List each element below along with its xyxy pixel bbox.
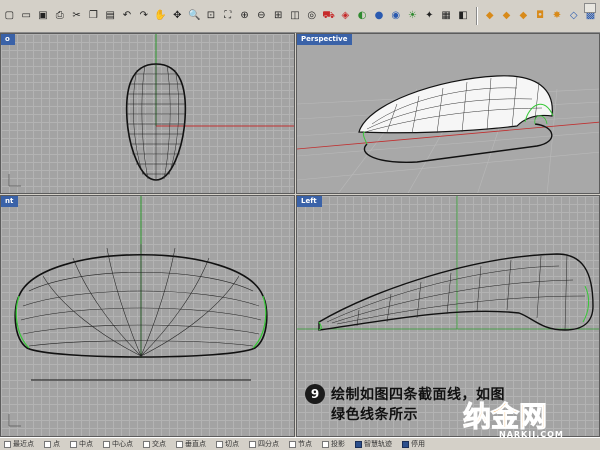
layer-icon[interactable]: ◫: [288, 9, 303, 24]
zoom-out-icon[interactable]: ⊖: [254, 9, 269, 24]
osnap-toggle[interactable]: 点: [44, 439, 60, 449]
checkbox-icon[interactable]: [322, 440, 329, 448]
viewport-top-canvas: [8, 34, 294, 187]
osnap-cen-icon[interactable]: ◆: [516, 9, 531, 24]
caption-line-2: 绿色线条所示: [331, 407, 418, 423]
zoom-selected-icon[interactable]: ⊕: [237, 9, 252, 24]
osnap-toggle[interactable]: 中心点: [103, 439, 133, 449]
grid-icon[interactable]: ⊞: [271, 9, 286, 24]
checkbox-icon[interactable]: [289, 440, 296, 448]
car-icon[interactable]: ⛟: [321, 9, 336, 24]
save-icon[interactable]: ▣: [36, 9, 51, 24]
light-icon[interactable]: ☀: [405, 9, 420, 24]
osnap-label: 最近点: [13, 440, 34, 448]
sphere-icon[interactable]: ◉: [388, 9, 403, 24]
viewport-title[interactable]: nt: [1, 196, 19, 207]
help-icon[interactable]: ◧: [456, 9, 471, 24]
render-icon[interactable]: ◐: [355, 9, 370, 24]
toolbar-overflow-icon[interactable]: [584, 3, 596, 13]
viewport-perspective-canvas: [297, 34, 599, 193]
copy-icon[interactable]: ❐: [86, 9, 101, 24]
zoom-extents-icon[interactable]: ⛶: [220, 9, 235, 24]
osnap-toggle[interactable]: 中点: [70, 439, 93, 449]
osnap-label: 智慧轨迹: [364, 440, 392, 448]
checkbox-icon[interactable]: [103, 440, 110, 448]
checkbox-icon[interactable]: [402, 440, 409, 448]
checkbox-icon[interactable]: [216, 440, 223, 448]
osnap-toggle[interactable]: 切点: [216, 439, 239, 449]
options-icon[interactable]: ▦: [439, 9, 454, 24]
osnap-label: 点: [53, 440, 60, 448]
checkbox-icon[interactable]: [4, 440, 11, 448]
viewport-front[interactable]: nt: [0, 195, 295, 437]
viewport-perspective[interactable]: Perspective: [296, 33, 600, 194]
osnap-toggle[interactable]: 交点: [143, 439, 166, 449]
sparkle-icon[interactable]: ✸: [550, 9, 565, 24]
osnap-label: 节点: [298, 440, 312, 448]
checkbox-icon[interactable]: [44, 440, 51, 448]
osnap-toggle[interactable]: 智慧轨迹: [355, 439, 392, 449]
checkbox-icon[interactable]: [176, 440, 183, 448]
zoom-icon[interactable]: 🔍: [187, 9, 202, 24]
toolbar-separator: [476, 7, 479, 25]
narkii-watermark-logo: 纳金网 NARKII.COM: [455, 392, 595, 442]
osnap-mid-icon[interactable]: ◆: [499, 9, 514, 24]
zoom-window-icon[interactable]: ⊡: [204, 9, 219, 24]
properties-icon[interactable]: ◈: [338, 9, 353, 24]
viewport-top[interactable]: o: [0, 33, 295, 194]
paste-icon[interactable]: ▤: [103, 9, 118, 24]
diamond-icon[interactable]: ◇: [566, 9, 581, 24]
undo-icon[interactable]: ↶: [120, 9, 135, 24]
checkbox-icon[interactable]: [70, 440, 77, 448]
viewport-front-canvas: [8, 196, 268, 427]
osnap-toggle[interactable]: 投影: [322, 439, 345, 449]
osnap-label: 交点: [152, 440, 166, 448]
open-folder-icon[interactable]: ▭: [19, 9, 34, 24]
osnap-toggle[interactable]: 节点: [289, 439, 312, 449]
osnap-label: 停用: [411, 440, 425, 448]
cut-icon[interactable]: ✂: [69, 9, 84, 24]
new-file-icon[interactable]: ▢: [2, 9, 17, 24]
viewport-title[interactable]: o: [1, 34, 15, 45]
checkbox-icon[interactable]: [143, 440, 150, 448]
rotate-view-icon[interactable]: ✥: [170, 9, 185, 24]
bulb-icon[interactable]: ◎: [304, 9, 319, 24]
osnap-label: 垂直点: [185, 440, 206, 448]
osnap-end-icon[interactable]: ◆: [482, 9, 497, 24]
osnap-toggle[interactable]: 最近点: [4, 439, 34, 449]
osnap-status-bar: 最近点 点 中点 中心点 交点 垂直点 切点 四分点 节点 投影 智慧轨迹 停用: [0, 437, 600, 450]
cylinder-icon[interactable]: ◘: [533, 9, 548, 24]
pan-hand-icon[interactable]: ✋: [153, 9, 168, 24]
checkbox-icon[interactable]: [249, 440, 256, 448]
main-toolbar: ▢ ▭ ▣ ⎙ ✂ ❐ ▤ ↶ ↷ ✋ ✥ 🔍 ⊡ ⛶ ⊕ ⊖ ⊞ ◫ ◎ ⛟ ◈ ◐ ● ◉ ☀ ✦ ▦ ◧ ◆ ◆ ◆ ◘ ✸ ◇ ▩: [0, 0, 600, 33]
print-icon[interactable]: ⎙: [52, 9, 67, 24]
step-number-badge: 9: [305, 384, 325, 404]
osnap-toggle[interactable]: 垂直点: [176, 439, 206, 449]
viewport-title[interactable]: Left: [297, 196, 322, 207]
snap-icon[interactable]: ✦: [422, 9, 437, 24]
material-icon[interactable]: ●: [372, 9, 387, 24]
osnap-label: 中点: [79, 440, 93, 448]
osnap-toggle[interactable]: 四分点: [249, 439, 279, 449]
osnap-label: 中心点: [112, 440, 133, 448]
osnap-label: 投影: [331, 440, 345, 448]
osnap-toggle[interactable]: 停用: [402, 439, 425, 449]
redo-icon[interactable]: ↷: [136, 9, 151, 24]
osnap-label: 切点: [225, 440, 239, 448]
osnap-label: 四分点: [258, 440, 279, 448]
checkbox-icon[interactable]: [355, 440, 362, 448]
viewport-title[interactable]: Perspective: [297, 34, 353, 45]
svg-text:纳金网: 纳金网: [463, 400, 547, 433]
